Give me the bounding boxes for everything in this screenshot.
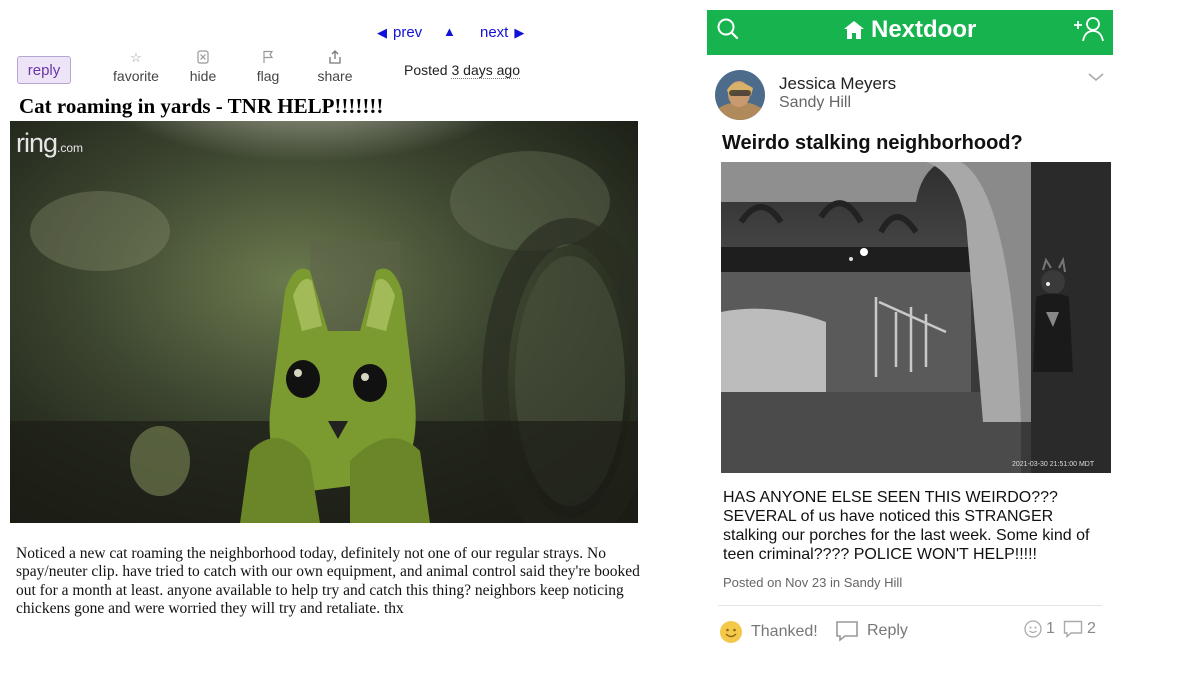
flag-button[interactable]: flag [233, 50, 303, 84]
share-icon [300, 50, 370, 66]
ring-logo-suffix: .com [57, 141, 84, 155]
next-label: next [480, 24, 509, 41]
posted-relative-time: 3 days ago [451, 62, 520, 79]
reply-label: Reply [867, 622, 908, 639]
reply-button[interactable]: reply [17, 56, 71, 84]
hide-label: hide [189, 68, 217, 84]
chevron-down-icon[interactable] [1087, 70, 1105, 88]
ring-logo: ring.com [16, 128, 83, 159]
next-link[interactable]: next ▶ [480, 24, 524, 41]
thank-button[interactable]: Thanked! [719, 620, 818, 644]
hide-icon [168, 50, 238, 66]
search-icon[interactable] [716, 17, 740, 46]
up-link[interactable]: ▲ [443, 24, 456, 39]
posted-prefix: Posted [404, 62, 448, 78]
nextdoor-brand-text: Nextdoor [871, 16, 977, 43]
comment-count[interactable]: 2 [1063, 620, 1096, 638]
nextdoor-post-body: HAS ANYONE ELSE SEEN THIS WEIRDO??? SEVE… [723, 489, 1090, 563]
reply-button[interactable]: Reply [835, 620, 908, 642]
add-neighbor-icon[interactable] [1073, 15, 1105, 48]
doorbell-camera-photo [721, 162, 1111, 473]
post-title: Cat roaming in yards - TNR HELP!!!!!!! [19, 94, 384, 118]
reaction-smiley-icon [1024, 620, 1042, 638]
posted-date: Posted 3 days ago [404, 62, 520, 79]
next-arrow-icon: ▶ [514, 24, 525, 40]
prev-label: prev [393, 24, 423, 41]
hide-button[interactable]: hide [168, 50, 238, 84]
comment-count-value: 2 [1087, 620, 1096, 637]
smiley-icon [720, 621, 742, 643]
house-icon [844, 21, 864, 39]
nextdoor-post-title: Weirdo stalking neighborhood? [722, 132, 1023, 154]
divider [718, 605, 1102, 606]
post-meta: Posted on Nov 23 in Sandy Hill [723, 575, 903, 590]
share-button[interactable]: share [300, 50, 370, 84]
favorite-label: favorite [113, 68, 159, 84]
speech-bubble-icon [836, 621, 858, 642]
flag-label: flag [256, 68, 280, 84]
nextdoor-logo: Nextdoor [843, 16, 976, 44]
author-name[interactable]: Jessica Meyers [779, 74, 896, 94]
camera-timestamp: 2021-03-30 21:51:00 MDT [1012, 461, 1095, 468]
share-label: share [317, 68, 353, 84]
favorite-button[interactable]: ☆ favorite [101, 50, 171, 84]
author-neighborhood: Sandy Hill [779, 94, 852, 111]
ring-camera-photo [10, 121, 638, 523]
ring-logo-text: ring [16, 128, 58, 158]
author-avatar[interactable] [715, 70, 765, 120]
thank-label: Thanked! [751, 623, 818, 640]
comment-icon [1063, 620, 1083, 638]
flag-icon [233, 50, 303, 66]
prev-link[interactable]: ◀ prev [377, 24, 422, 41]
reaction-count-value: 1 [1046, 620, 1055, 637]
up-arrow-icon: ▲ [443, 24, 456, 39]
star-icon: ☆ [130, 50, 142, 65]
post-body: Noticed a new cat roaming the neighborho… [16, 545, 640, 617]
reaction-count[interactable]: 1 [1024, 620, 1055, 638]
prev-arrow-icon: ◀ [377, 24, 387, 40]
